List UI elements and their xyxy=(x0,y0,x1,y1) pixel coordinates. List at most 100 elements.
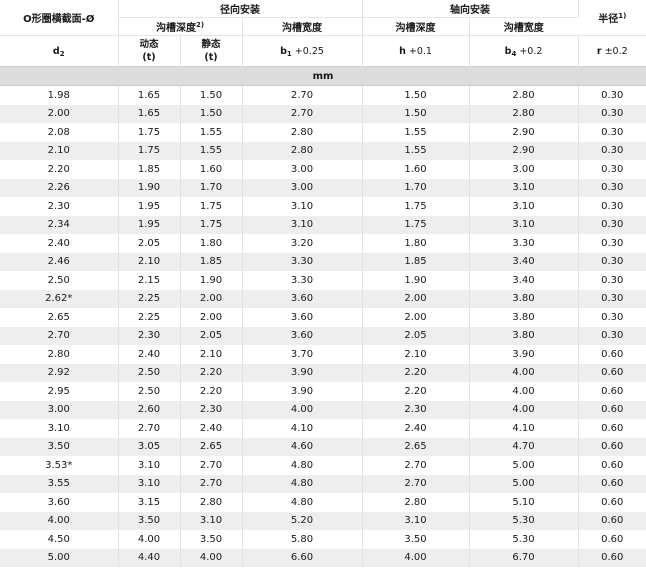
cell-axial-groove-width: 2.90 xyxy=(469,123,579,142)
cell-cross-section: 4.50 xyxy=(0,530,119,549)
cell-radial-depth-static: 2.70 xyxy=(180,474,243,493)
cell-radial-depth-static: 1.50 xyxy=(180,85,243,105)
cell-cross-section: 2.62* xyxy=(0,289,119,308)
table-header: O形圈横截面-Ø 径向安装 轴向安装 半径1) 沟槽深度2) 沟槽宽度 沟槽深度… xyxy=(0,0,646,86)
cell-axial-groove-width: 3.40 xyxy=(469,271,579,290)
header-row-symbols: d2 动态 (t) 静态 (t) b1 +0.25 h +0.1 b4 +0.2 r… xyxy=(0,35,646,67)
cell-radial-depth-dynamic: 2.70 xyxy=(118,419,181,438)
cell-radial-groove-width: 3.60 xyxy=(242,308,363,327)
static-unit: (t) xyxy=(204,52,218,63)
symbol-r-tolerance: ±0.2 xyxy=(601,45,628,57)
table-row: 3.60 3.15 2.80 4.80 2.80 5.10 0.60 xyxy=(0,493,646,512)
cell-axial-groove-width: 3.80 xyxy=(469,326,579,345)
cell-cross-section: 2.40 xyxy=(0,234,119,253)
radial-width-label: 沟槽宽度 xyxy=(282,23,323,34)
cell-axial-groove-depth: 1.70 xyxy=(362,178,470,197)
cell-radial-groove-width: 3.00 xyxy=(242,178,363,197)
cell-axial-groove-depth: 2.80 xyxy=(362,493,470,512)
col-header-radial-groove-width: 沟槽宽度 xyxy=(242,17,363,36)
cell-radial-depth-dynamic: 2.25 xyxy=(118,308,181,327)
cell-axial-groove-width: 5.10 xyxy=(469,493,579,512)
cell-axial-groove-width: 4.10 xyxy=(469,419,579,438)
symbol-d2: d2 xyxy=(0,35,119,67)
cell-cross-section: 1.98 xyxy=(0,85,119,105)
cell-axial-groove-depth: 1.50 xyxy=(362,85,470,105)
cell-radius: 0.60 xyxy=(578,382,646,401)
radius-footnote: 1) xyxy=(618,12,627,20)
cell-radial-depth-dynamic: 2.40 xyxy=(118,345,181,364)
cell-axial-groove-width: 5.30 xyxy=(469,530,579,549)
symbol-h: h +0.1 xyxy=(362,35,470,67)
cell-axial-groove-width: 2.80 xyxy=(469,85,579,105)
table-row: 2.08 1.75 1.55 2.80 1.55 2.90 0.30 xyxy=(0,123,646,142)
cell-radial-depth-dynamic: 1.95 xyxy=(118,215,181,234)
cell-radial-depth-dynamic: 1.65 xyxy=(118,104,181,123)
symbol-dynamic: 动态 (t) xyxy=(118,35,181,67)
table-row: 2.70 2.30 2.05 3.60 2.05 3.80 0.30 xyxy=(0,326,646,345)
cell-radius: 0.60 xyxy=(578,456,646,475)
cell-axial-groove-depth: 1.60 xyxy=(362,160,470,179)
cell-radial-depth-static: 3.50 xyxy=(180,530,243,549)
cell-radius: 0.30 xyxy=(578,104,646,123)
cell-radial-depth-static: 2.10 xyxy=(180,345,243,364)
cell-axial-groove-width: 3.80 xyxy=(469,289,579,308)
symbol-b4: b4 +0.2 xyxy=(469,35,579,67)
cell-axial-groove-width: 3.10 xyxy=(469,178,579,197)
cell-radial-groove-width: 5.20 xyxy=(242,511,363,530)
table-row: 3.50 3.05 2.65 4.60 2.65 4.70 0.60 xyxy=(0,437,646,456)
cell-radial-depth-dynamic: 4.00 xyxy=(118,530,181,549)
cell-radial-depth-static: 1.75 xyxy=(180,197,243,216)
cell-radial-groove-width: 3.20 xyxy=(242,234,363,253)
col-group-radial-installation: 径向安装 xyxy=(118,0,363,18)
cell-axial-groove-depth: 2.70 xyxy=(362,456,470,475)
radius-label: 半径 xyxy=(598,14,619,25)
cell-radial-depth-dynamic: 1.85 xyxy=(118,160,181,179)
cell-axial-groove-width: 3.00 xyxy=(469,160,579,179)
header-row-groups: O形圈横截面-Ø 径向安装 轴向安装 半径1) xyxy=(0,0,646,36)
cell-radial-depth-static: 1.50 xyxy=(180,104,243,123)
cell-radial-depth-static: 1.75 xyxy=(180,215,243,234)
symbol-d2-sub: 2 xyxy=(59,49,65,58)
cell-axial-groove-depth: 1.55 xyxy=(362,123,470,142)
cell-radial-depth-static: 1.80 xyxy=(180,234,243,253)
cell-cross-section: 2.50 xyxy=(0,271,119,290)
static-label: 静态 xyxy=(201,39,221,50)
cell-axial-groove-width: 5.30 xyxy=(469,511,579,530)
symbol-static: 静态 (t) xyxy=(180,35,243,67)
cell-radial-groove-width: 3.00 xyxy=(242,160,363,179)
cell-axial-groove-width: 3.10 xyxy=(469,215,579,234)
cell-axial-groove-depth: 2.20 xyxy=(362,382,470,401)
radial-group-label: 径向安装 xyxy=(220,5,261,16)
cell-axial-groove-width: 5.00 xyxy=(469,474,579,493)
cell-radial-depth-dynamic: 3.10 xyxy=(118,456,181,475)
cell-cross-section: 2.20 xyxy=(0,160,119,179)
cell-radial-depth-dynamic: 3.15 xyxy=(118,493,181,512)
cell-radial-groove-width: 5.80 xyxy=(242,530,363,549)
cell-radial-groove-width: 4.60 xyxy=(242,437,363,456)
oring-groove-table: O形圈横截面-Ø 径向安装 轴向安装 半径1) 沟槽深度2) 沟槽宽度 沟槽深度… xyxy=(0,0,646,567)
cell-radial-depth-static: 2.30 xyxy=(180,400,243,419)
cell-cross-section: 2.80 xyxy=(0,345,119,364)
cell-cross-section: 3.10 xyxy=(0,419,119,438)
cell-cross-section: 3.50 xyxy=(0,437,119,456)
symbol-h-main: h xyxy=(399,45,406,57)
cell-radial-depth-static: 4.00 xyxy=(180,548,243,567)
cell-radial-groove-width: 4.80 xyxy=(242,493,363,512)
table-row: 2.26 1.90 1.70 3.00 1.70 3.10 0.30 xyxy=(0,178,646,197)
cell-axial-groove-depth: 2.70 xyxy=(362,474,470,493)
cell-radius: 0.30 xyxy=(578,252,646,271)
cell-axial-groove-depth: 2.20 xyxy=(362,363,470,382)
cell-radial-depth-dynamic: 1.90 xyxy=(118,178,181,197)
cell-radial-groove-width: 4.00 xyxy=(242,400,363,419)
cell-radial-depth-static: 2.00 xyxy=(180,308,243,327)
cell-radial-depth-static: 1.70 xyxy=(180,178,243,197)
cell-axial-groove-depth: 2.30 xyxy=(362,400,470,419)
cell-cross-section: 2.92 xyxy=(0,363,119,382)
cell-cross-section: 4.00 xyxy=(0,511,119,530)
dynamic-label: 动态 xyxy=(139,39,159,50)
symbol-d2-main: d xyxy=(52,45,60,57)
table-row: 2.95 2.50 2.20 3.90 2.20 4.00 0.60 xyxy=(0,382,646,401)
cell-radial-depth-dynamic: 3.10 xyxy=(118,474,181,493)
table-row: 3.55 3.10 2.70 4.80 2.70 5.00 0.60 xyxy=(0,474,646,493)
table-row: 2.34 1.95 1.75 3.10 1.75 3.10 0.30 xyxy=(0,215,646,234)
